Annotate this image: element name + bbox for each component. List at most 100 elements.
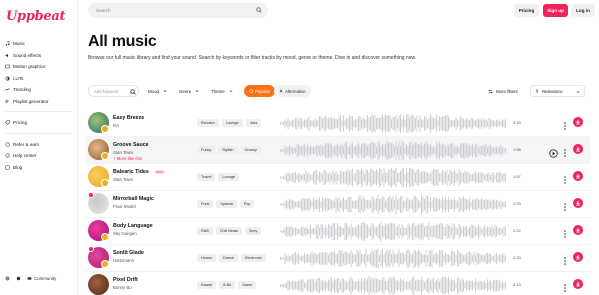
pricing-button[interactable]: Pricing xyxy=(514,4,539,17)
track-row[interactable]: Balearic Tides new Stan Town Travel Lounge 1:… xyxy=(85,164,590,191)
sort-dropdown[interactable]: Relevance xyxy=(530,85,585,97)
sidebar-bottom: Community xyxy=(5,276,56,281)
track-tag[interactable]: Sexy xyxy=(244,227,262,235)
track-row[interactable]: Groove Sauce Stan Town + More like this Fun… xyxy=(85,137,590,164)
track-waveform[interactable] xyxy=(280,113,506,134)
more-options-icon[interactable] xyxy=(563,172,567,184)
popular-toggle[interactable]: Popular xyxy=(244,85,276,97)
search-input[interactable]: Search xyxy=(88,3,268,18)
track-tag[interactable]: Groovy xyxy=(240,146,261,154)
more-options-icon[interactable] xyxy=(563,199,567,211)
track-waveform[interactable] xyxy=(280,221,506,242)
alternative-icon xyxy=(279,89,283,93)
track-tag[interactable]: 8-Bit xyxy=(219,281,235,289)
keyword-input[interactable]: Add keyword xyxy=(88,85,139,97)
track-artist[interactable]: Bonny Bo xyxy=(113,285,132,290)
track-tag[interactable]: R&B xyxy=(197,227,213,235)
blog-icon xyxy=(5,165,10,170)
track-waveform[interactable] xyxy=(280,275,506,295)
track-tag[interactable]: Travel xyxy=(197,173,216,181)
track-tag[interactable]: Kawaii xyxy=(197,281,217,289)
track-row[interactable]: Mirrorball Magic Floor Model Funk Upbeat Pop… xyxy=(85,191,590,218)
track-tag[interactable]: Lounge xyxy=(221,119,243,127)
track-artist[interactable]: Stan Town xyxy=(113,150,133,155)
track-tag[interactable]: Chill Beats xyxy=(215,227,242,235)
search-icon[interactable] xyxy=(256,7,262,13)
track-title[interactable]: Body Language xyxy=(113,223,153,229)
track-tag[interactable]: Dance xyxy=(218,254,238,262)
track-waveform[interactable] xyxy=(280,248,506,269)
theme-label: Theme xyxy=(211,88,225,94)
track-row[interactable]: Pixel Drift Bonny Bo Kawaii 8-Bit Game 2:13 xyxy=(85,272,590,295)
more-options-icon[interactable] xyxy=(563,226,567,238)
login-button[interactable]: Log in xyxy=(571,4,595,17)
settings-icon[interactable] xyxy=(5,276,10,281)
sidebar-item-motion-graphics[interactable]: Motion graphics xyxy=(5,61,75,73)
track-tag[interactable]: Funk xyxy=(197,200,214,208)
track-artist[interactable]: Sky Gangen xyxy=(113,231,137,236)
track-title[interactable]: Easy Breeze xyxy=(113,115,144,121)
download-button[interactable] xyxy=(573,225,583,235)
alternative-toggle[interactable]: Alternative xyxy=(274,85,311,97)
track-artist[interactable]: Stan Town xyxy=(113,177,133,182)
more-options-icon[interactable] xyxy=(563,145,567,157)
sidebar-item-refer-earn[interactable]: Refer & earn xyxy=(5,139,75,151)
theme-dropdown[interactable]: Theme xyxy=(211,85,233,97)
sidebar-item-music[interactable]: Music xyxy=(5,38,75,50)
track-tag[interactable]: Electronic xyxy=(240,254,266,262)
track-title[interactable]: Mirrorball Magic xyxy=(113,196,154,202)
track-tag[interactable]: Elevator xyxy=(197,119,219,127)
track-waveform[interactable] xyxy=(280,140,506,161)
sidebar-item-luts[interactable]: LUTs xyxy=(5,73,75,85)
more-like-this-link[interactable]: + More like this xyxy=(113,156,142,161)
sidebar-item-help-center[interactable]: Help center xyxy=(5,150,75,162)
download-button[interactable] xyxy=(573,144,583,154)
more-options-icon[interactable] xyxy=(563,280,567,292)
track-row[interactable]: Body Language Sky Gangen R&B Chill Beats Sex… xyxy=(85,218,590,245)
more-filters-button[interactable]: More filters xyxy=(488,85,518,97)
track-tag[interactable]: Pop xyxy=(239,200,255,208)
download-button[interactable] xyxy=(573,279,583,289)
track-tag[interactable]: Game xyxy=(238,281,257,289)
track-row[interactable]: Sunlit Glade Hartzmann House Dance Electroni… xyxy=(85,245,590,272)
more-options-icon[interactable] xyxy=(563,118,567,130)
track-artist[interactable]: RA xyxy=(113,123,119,128)
track-waveform[interactable] xyxy=(280,167,506,188)
sidebar-item-blog[interactable]: Blog xyxy=(5,162,75,174)
track-waveform[interactable] xyxy=(280,194,506,215)
track-tag[interactable]: Lounge xyxy=(218,173,240,181)
track-title[interactable]: Groove Sauce xyxy=(113,142,149,148)
theme-toggle-icon[interactable] xyxy=(16,276,21,281)
sidebar-item-pricing[interactable]: Pricing xyxy=(5,117,75,129)
track-tag[interactable]: Jazz xyxy=(245,119,262,127)
track-artist[interactable]: Hartzmann xyxy=(113,258,134,263)
mood-label: Mood xyxy=(148,88,159,94)
uppbeat-logo[interactable]: Uppbeat xyxy=(6,9,66,24)
track-title[interactable]: Pixel Drift xyxy=(113,277,138,283)
community-link[interactable]: Community xyxy=(34,276,56,281)
track-tag[interactable]: Upbeat xyxy=(216,200,237,208)
track-artwork[interactable] xyxy=(88,274,109,295)
track-row[interactable]: Easy Breeze RA Elevator Lounge Jazz 2:15 xyxy=(85,110,590,137)
track-tag[interactable]: House xyxy=(197,254,216,262)
download-button[interactable] xyxy=(573,198,583,208)
track-title[interactable]: Balearic Tides xyxy=(113,169,149,175)
signup-button[interactable]: Sign up xyxy=(543,4,568,17)
track-tag[interactable]: Funky xyxy=(197,146,216,154)
more-options-icon[interactable] xyxy=(563,253,567,265)
artist-badge-icon xyxy=(101,233,109,241)
download-button[interactable] xyxy=(573,117,583,127)
sidebar-item-sound-effects[interactable]: Sound effects xyxy=(5,50,75,62)
genre-dropdown[interactable]: Genre xyxy=(179,85,199,97)
mood-dropdown[interactable]: Mood xyxy=(148,85,167,97)
search-icon[interactable] xyxy=(130,89,136,95)
track-artist[interactable]: Floor Model xyxy=(113,204,136,209)
download-button[interactable] xyxy=(573,252,583,262)
download-button[interactable] xyxy=(573,171,583,181)
play-icon[interactable] xyxy=(549,145,558,158)
filter-bar: Add keyword Mood Genre Theme Popular Alt… xyxy=(88,85,585,97)
track-tag[interactable]: Stylish xyxy=(218,146,238,154)
sidebar-item-playlist-generator[interactable]: Playlist generator xyxy=(5,96,75,108)
track-title[interactable]: Sunlit Glade xyxy=(113,250,144,256)
sidebar-item-trending[interactable]: Trending xyxy=(5,84,75,96)
